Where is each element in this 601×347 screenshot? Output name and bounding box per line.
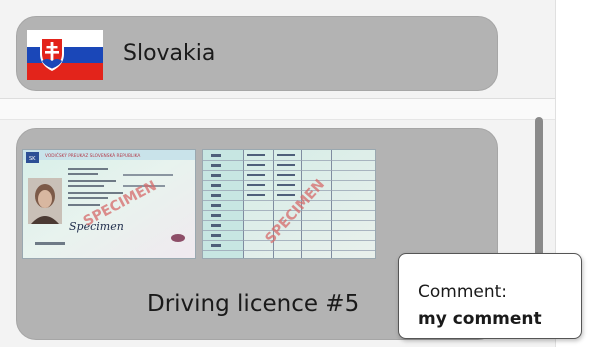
slovakia-flag-icon: [27, 30, 103, 80]
scrollbar-thumb[interactable]: [535, 117, 543, 263]
license-header-text: VODIČSKÝ PREUKAZ SLOVENSKÁ REPUBLIKA: [45, 152, 140, 159]
country-name: Slovakia: [123, 41, 216, 66]
comment-tooltip: Comment: my comment: [398, 253, 582, 339]
document-title: Driving licence #5: [147, 291, 360, 317]
country-card[interactable]: Slovakia: [16, 16, 498, 91]
tooltip-comment-value: my comment: [418, 309, 542, 329]
license-back-image[interactable]: SPECIMEN: [203, 150, 375, 258]
tooltip-heading: Comment:: [418, 282, 508, 302]
group-separator: [0, 98, 555, 120]
country-code-label: SK: [29, 156, 36, 162]
license-front-image[interactable]: SK VODIČSKÝ PREUKAZ SLOVENSKÁ REPUBLIKA …: [23, 150, 195, 258]
